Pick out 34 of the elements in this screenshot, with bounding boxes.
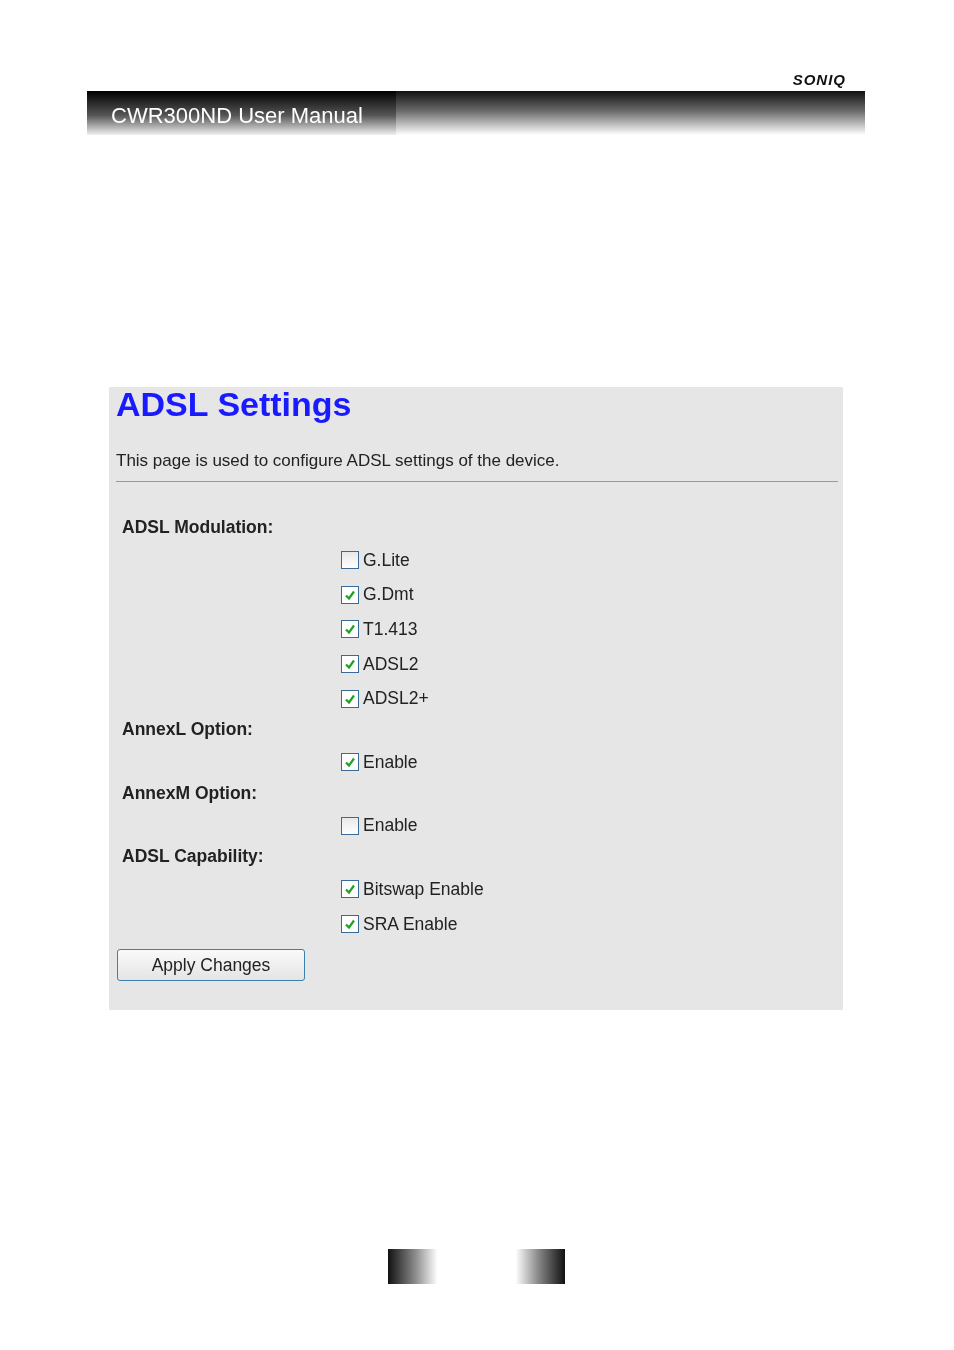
checkmark-icon [344, 756, 356, 769]
checkbox[interactable] [341, 620, 359, 639]
checkmark-icon [344, 692, 356, 705]
checkbox[interactable] [341, 655, 359, 674]
option-label: Enable [363, 815, 418, 837]
checkbox[interactable] [341, 880, 359, 899]
option-label: ADSL2+ [363, 688, 429, 710]
option-label: Bitswap Enable [363, 878, 484, 900]
option-label: ADSL2 [363, 653, 419, 675]
checkmark-icon [344, 918, 356, 931]
section-label: ADSL Modulation: [121, 516, 275, 539]
section-label: ADSL Capability: [121, 845, 265, 869]
option-label: T1.413 [363, 619, 418, 640]
document-title: CWR300ND User Manual [87, 91, 396, 135]
checkbox[interactable] [341, 753, 359, 772]
checkbox[interactable] [341, 551, 359, 570]
checkmark-icon [344, 623, 356, 636]
checkmark-icon [344, 883, 356, 896]
option-label: G.Dmt [363, 584, 414, 606]
section-label: AnnexM Option: [121, 781, 259, 805]
checkbox[interactable] [341, 689, 359, 708]
page-description: This page is used to configure ADSL settings of the device. [116, 451, 561, 471]
checkbox[interactable] [341, 816, 359, 835]
page-title: ADSL Settings [116, 387, 353, 421]
checkmark-icon [344, 588, 356, 601]
brand-logo: SONIQ [792, 70, 846, 90]
option-label: Enable [363, 751, 418, 773]
option-label: G.Lite [363, 549, 410, 571]
apply-changes-button[interactable]: Apply Changes [117, 949, 305, 982]
checkmark-icon [344, 658, 356, 671]
checkbox[interactable] [341, 915, 359, 934]
checkbox[interactable] [341, 585, 359, 604]
option-label: SRA Enable [363, 913, 458, 935]
section-label: AnnexL Option: [121, 717, 254, 741]
